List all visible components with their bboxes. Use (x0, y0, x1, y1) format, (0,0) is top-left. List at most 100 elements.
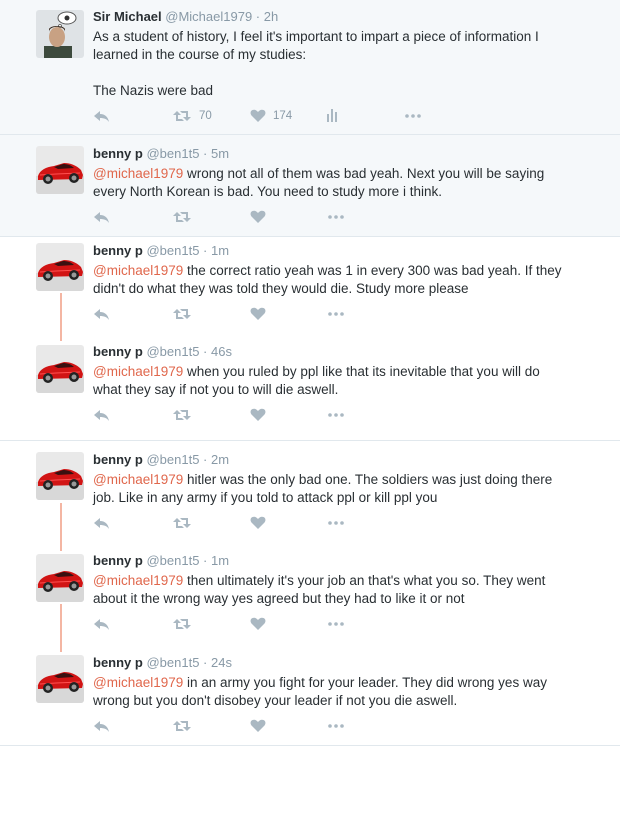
person-thinking-avatar-icon (36, 10, 84, 58)
separator-dot: · (199, 553, 211, 568)
retweet-button[interactable]: 70 (173, 108, 212, 124)
divider (0, 745, 620, 746)
avatar[interactable] (36, 146, 84, 194)
reply-button[interactable] (93, 108, 111, 124)
more-button[interactable] (328, 310, 345, 318)
reply-button[interactable] (93, 306, 111, 322)
like-button[interactable] (250, 718, 266, 734)
action-bar (93, 209, 453, 225)
like-button[interactable] (250, 515, 266, 531)
avatar[interactable] (36, 345, 84, 393)
retweet-button[interactable] (173, 306, 192, 322)
like-button[interactable] (250, 407, 266, 423)
retweet-button[interactable] (173, 209, 192, 225)
reply-button[interactable] (93, 616, 111, 632)
retweet-icon (173, 619, 191, 629)
user-handle[interactable]: @ben1t5 (146, 655, 199, 670)
more-button[interactable] (405, 112, 422, 120)
reply-icon (94, 518, 109, 529)
mention-link[interactable]: @michael1979 (93, 472, 183, 487)
avatar[interactable] (36, 554, 84, 602)
more-button[interactable] (328, 722, 345, 730)
tweet-header: benny p @ben1t5 · 5m (93, 146, 580, 162)
like-button[interactable]: 174 (250, 108, 292, 124)
tweet-text-line: in an army you fight for your leader. Th… (183, 675, 547, 690)
more-icon (328, 724, 344, 728)
avatar[interactable] (36, 10, 84, 58)
retweet-icon (173, 309, 191, 319)
display-name[interactable]: benny p (93, 146, 143, 161)
avatar[interactable] (36, 655, 84, 703)
separator-dot: · (252, 9, 264, 24)
like-button[interactable] (250, 209, 266, 225)
reply-tweet[interactable]: benny p @ben1t5 · 46s @michael1979 when … (0, 338, 620, 438)
separator-dot: · (199, 452, 211, 467)
retweet-icon (173, 410, 191, 420)
more-icon (328, 521, 344, 525)
heart-icon (250, 210, 266, 223)
avatar[interactable] (36, 243, 84, 291)
retweet-button[interactable] (173, 515, 192, 531)
user-handle[interactable]: @ben1t5 (146, 344, 199, 359)
more-button[interactable] (328, 620, 345, 628)
user-handle[interactable]: @ben1t5 (146, 243, 199, 258)
display-name[interactable]: benny p (93, 553, 143, 568)
timestamp[interactable]: 1m (211, 553, 229, 568)
original-tweet[interactable]: Sir Michael @Michael1979 · 2h As a stude… (0, 0, 620, 134)
reply-icon (94, 309, 109, 320)
retweet-button[interactable] (173, 407, 192, 423)
mention-link[interactable]: @michael1979 (93, 166, 183, 181)
separator-dot: · (199, 243, 211, 258)
tweet-header: benny p @ben1t5 · 1m (93, 553, 580, 569)
more-button[interactable] (328, 411, 345, 419)
timestamp[interactable]: 5m (211, 146, 229, 161)
timestamp[interactable]: 1m (211, 243, 229, 258)
user-handle[interactable]: @ben1t5 (146, 146, 199, 161)
mention-link[interactable]: @michael1979 (93, 364, 183, 379)
reply-tweet[interactable]: benny p @ben1t5 · 2m @michael1979 hitler… (0, 441, 620, 541)
mention-link[interactable]: @michael1979 (93, 263, 183, 278)
reply-tweet[interactable]: benny p @ben1t5 · 5m @michael1979 wrong … (0, 135, 620, 236)
reply-tweet[interactable]: benny p @ben1t5 · 24s @michael1979 in an… (0, 643, 620, 743)
timestamp[interactable]: 2m (211, 452, 229, 467)
tweet-header: benny p @ben1t5 · 1m (93, 243, 580, 259)
reply-button[interactable] (93, 718, 111, 734)
avatar[interactable] (36, 452, 84, 500)
mention-link[interactable]: @michael1979 (93, 573, 183, 588)
timestamp[interactable]: 2h (264, 9, 278, 24)
reply-tweet[interactable]: benny p @ben1t5 · 1m @michael1979 the co… (0, 237, 620, 337)
heart-icon (250, 719, 266, 732)
more-button[interactable] (328, 519, 345, 527)
display-name[interactable]: benny p (93, 655, 143, 670)
user-handle[interactable]: @ben1t5 (146, 553, 199, 568)
display-name[interactable]: benny p (93, 452, 143, 467)
user-handle[interactable]: @Michael1979 (165, 9, 252, 24)
display-name[interactable]: Sir Michael (93, 9, 162, 24)
timestamp[interactable]: 46s (211, 344, 232, 359)
display-name[interactable]: benny p (93, 344, 143, 359)
reply-tweet[interactable]: benny p @ben1t5 · 1m @michael1979 then u… (0, 542, 620, 642)
tweet-header: benny p @ben1t5 · 2m (93, 452, 580, 468)
tweet-text: @michael1979 when you ruled by ppl like … (93, 363, 580, 399)
heart-icon (250, 109, 266, 122)
display-name[interactable]: benny p (93, 243, 143, 258)
more-icon (328, 413, 344, 417)
action-bar (93, 718, 453, 734)
mention-link[interactable]: @michael1979 (93, 675, 183, 690)
more-button[interactable] (328, 213, 345, 221)
tweet-text: As a student of history, I feel it's imp… (93, 28, 580, 100)
retweet-button[interactable] (173, 616, 192, 632)
analytics-button[interactable] (327, 108, 339, 124)
reply-button[interactable] (93, 407, 111, 423)
reply-button[interactable] (93, 209, 111, 225)
timestamp[interactable]: 24s (211, 655, 232, 670)
more-icon (328, 312, 344, 316)
user-handle[interactable]: @ben1t5 (146, 452, 199, 467)
tweet-header: benny p @ben1t5 · 46s (93, 344, 580, 360)
like-button[interactable] (250, 616, 266, 632)
tweet-text-line: the correct ratio yeah was 1 in every 30… (183, 263, 562, 278)
reply-button[interactable] (93, 515, 111, 531)
reply-icon (94, 410, 109, 421)
retweet-button[interactable] (173, 718, 192, 734)
like-button[interactable] (250, 306, 266, 322)
